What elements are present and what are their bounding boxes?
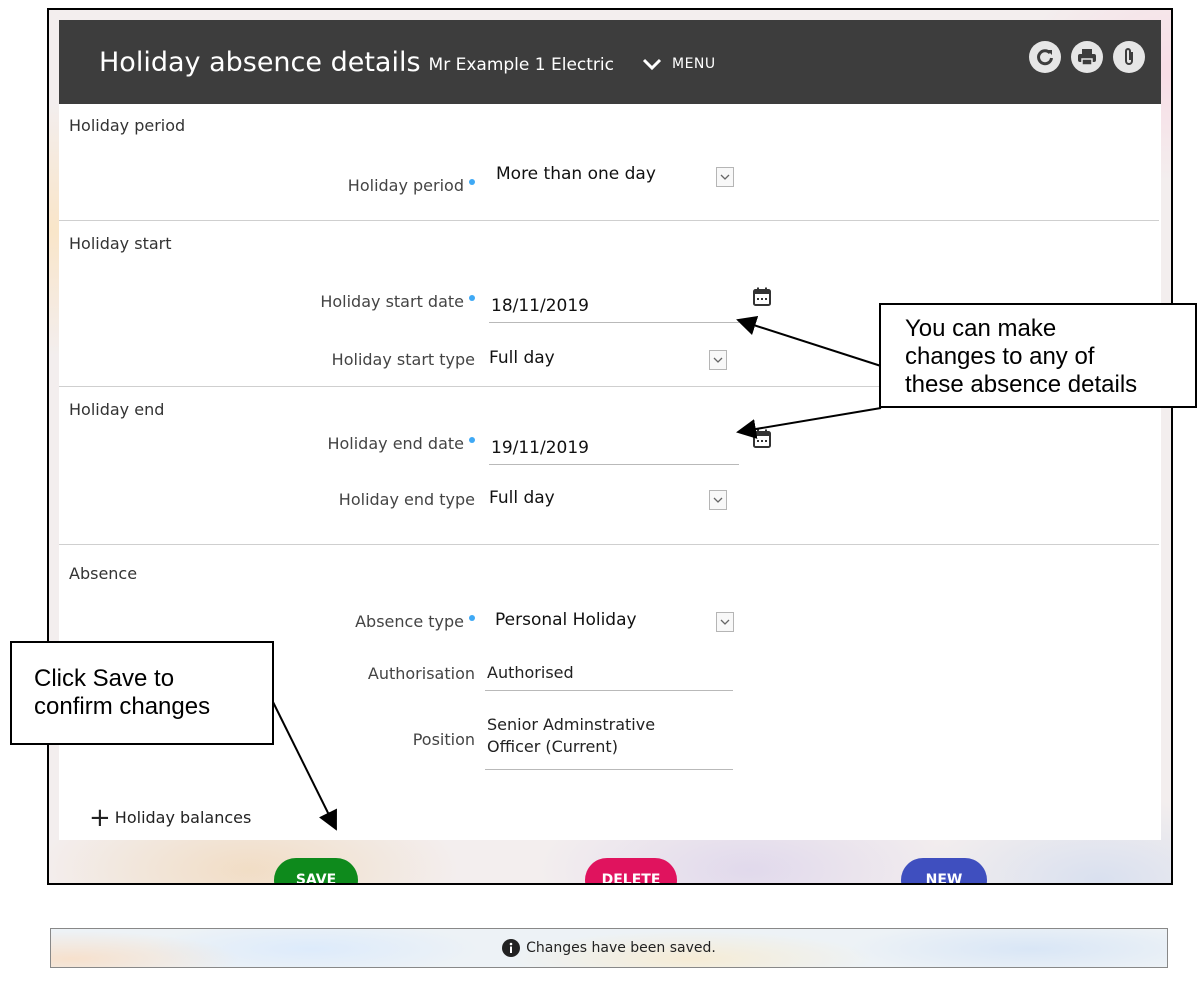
arrow-to-end-date xyxy=(736,407,882,439)
annotation-callout-left: Click Save to confirm changes xyxy=(10,641,274,745)
annotation-arrows xyxy=(271,315,882,831)
annotation-callout-right: You can make changes to any of these abs… xyxy=(879,303,1197,408)
arrow-to-start-date xyxy=(736,315,882,367)
callout-line: You can make xyxy=(905,315,1057,342)
status-toast: Changes have been saved. xyxy=(50,928,1168,968)
arrow-to-save-button xyxy=(271,699,337,831)
callout-line: confirm changes xyxy=(34,693,211,720)
info-icon xyxy=(502,939,521,957)
callout-line: changes to any of xyxy=(905,343,1095,370)
toast-message: Changes have been saved. xyxy=(526,940,716,956)
callout-line: Click Save to xyxy=(34,665,175,692)
callout-line: these absence details xyxy=(905,371,1138,398)
